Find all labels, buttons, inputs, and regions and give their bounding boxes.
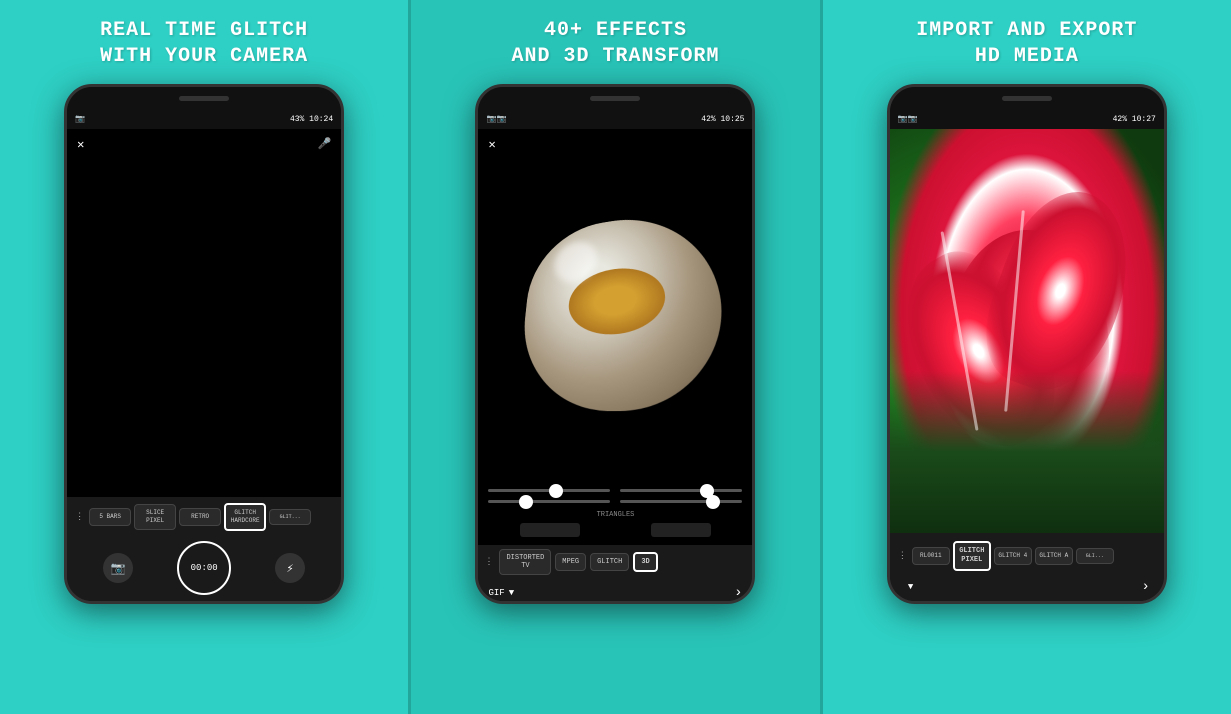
right-bottom-bar: ▼ ›	[894, 573, 1160, 601]
effect-glitch-a[interactable]: GLITCH A	[1035, 547, 1073, 565]
3d-object	[515, 205, 715, 405]
dots-menu-right[interactable]: ⋮	[896, 551, 909, 561]
phone-middle: 📷📷 42% 10:25 ✕	[475, 84, 755, 604]
phone-top-bar-right	[890, 87, 1164, 109]
panel-title-left: REAL TIME GLITCH WITH YOUR CAMERA	[100, 18, 308, 70]
effect-bars[interactable]: 5 BARS	[89, 508, 131, 526]
effect-name-label: TRIANGLES	[488, 511, 742, 519]
status-bar-middle: 📷📷 42% 10:25	[478, 109, 752, 129]
flower-image	[890, 129, 1164, 533]
effect-slice-pixel[interactable]: SLICEPIXEL	[134, 504, 176, 530]
phone-top-bar-left	[67, 87, 341, 109]
right-controls: ⋮ RL0011 GLITCHPIXEL GLITCH 4 GLITCH A G…	[890, 533, 1164, 604]
flower-bottom	[890, 371, 1164, 533]
camera-icon[interactable]: 📷	[103, 553, 133, 583]
effect-glitch-4[interactable]: GLITCH 4	[994, 547, 1032, 565]
action-bar-left: 📷 00:00 ⚡	[71, 535, 337, 601]
effect-rl0011[interactable]: RL0011	[912, 547, 950, 565]
record-button[interactable]: 00:00	[177, 541, 231, 595]
phone-right: 📷📷 42% 10:27 ✕	[887, 84, 1167, 604]
panel-title-middle: 40+ EFFECTS AND 3D TRANSFORM	[511, 18, 719, 70]
slider-track-1[interactable]	[488, 489, 610, 492]
next-arrow-right[interactable]: ›	[1141, 579, 1149, 595]
status-bar-left: 📷 43% 10:24	[67, 109, 341, 129]
close-btn-middle[interactable]: ✕	[488, 137, 495, 152]
phone-controls-left: ⋮ 5 BARS SLICEPIXEL RETRO GLITCHHARDCORE…	[67, 497, 341, 604]
dots-menu-left[interactable]: ⋮	[73, 512, 86, 522]
phone-top-bar-middle	[478, 87, 752, 109]
effect-3d[interactable]: 3D	[633, 552, 657, 572]
phone-left: 📷 43% 10:24 ✕ 🎤	[64, 84, 344, 604]
effect-retro[interactable]: RETRO	[179, 508, 221, 526]
phone-speaker	[179, 96, 229, 101]
phone-speaker-right	[1002, 96, 1052, 101]
effects-strip-right: ⋮ RL0011 GLITCHPIXEL GLITCH 4 GLITCH A G…	[894, 539, 1160, 573]
effect-badge-1	[520, 523, 580, 537]
phone-screen-middle: ✕	[478, 129, 752, 604]
effect-glitch-pixel[interactable]: GLITCHPIXEL	[953, 541, 991, 571]
close-btn-left[interactable]: ✕	[77, 137, 84, 152]
phone-screen-right: ✕ ⋮ RL0011 GLITCHPIXEL	[890, 129, 1164, 604]
slider-track-4[interactable]	[620, 500, 742, 503]
panel-right: IMPORT AND EXPORT HD MEDIA 📷📷 42% 10:27 …	[823, 0, 1231, 714]
effect-mpeg[interactable]: MPEG	[555, 553, 586, 571]
phone-speaker-mid	[590, 96, 640, 101]
slider-thumb-4[interactable]	[706, 495, 720, 509]
phone-screen-left: ✕ 🎤 ⋮	[67, 129, 341, 604]
effect-gli[interactable]: GLI...	[1076, 548, 1114, 565]
effects-strip-left: ⋮ 5 BARS SLICEPIXEL RETRO GLITCHHARDCORE…	[71, 503, 337, 531]
sliders-section: TRIANGLES	[478, 481, 752, 545]
chevron-down-icon-right: ▼	[908, 582, 913, 592]
export-select[interactable]: ▼	[904, 582, 913, 592]
effects-strip-middle: ⋮ DISTORTEDTV MPEG GLITCH 3D	[478, 545, 752, 579]
slider-track-3[interactable]	[488, 500, 610, 503]
slider-track-2[interactable]	[620, 489, 742, 492]
3d-screen: ✕	[478, 129, 752, 481]
effect-name-badges	[488, 523, 742, 537]
effect-badge-2	[651, 523, 711, 537]
next-arrow[interactable]: ›	[734, 585, 742, 601]
slider-thumb-3[interactable]	[519, 495, 533, 509]
effect-glitch[interactable]: GLITCH	[590, 553, 629, 571]
panel-middle: 40+ EFFECTS AND 3D TRANSFORM 📷📷 42% 10:2…	[408, 0, 822, 714]
slider-row-2	[488, 500, 742, 503]
panel-title-right: IMPORT AND EXPORT HD MEDIA	[916, 18, 1137, 70]
mic-icon: 🎤	[317, 137, 331, 151]
effect-glitch-sim[interactable]: GLIT...	[269, 509, 311, 526]
flash-icon[interactable]: ⚡	[275, 553, 305, 583]
slider-thumb-1[interactable]	[549, 484, 563, 498]
flower-screen: ✕	[890, 129, 1164, 533]
3d-object-body	[516, 205, 736, 411]
status-bar-right: 📷📷 42% 10:27	[890, 109, 1164, 129]
effect-glitch-hardcore[interactable]: GLITCHHARDCORE	[224, 503, 266, 531]
camera-view: ✕ 🎤	[67, 129, 341, 497]
panel-left: REAL TIME GLITCH WITH YOUR CAMERA 📷 43% …	[0, 0, 408, 714]
slider-row-1	[488, 489, 742, 492]
effect-distorted-tv[interactable]: DISTORTEDTV	[499, 549, 551, 575]
gif-select[interactable]: GIF ▼	[488, 588, 514, 598]
gif-bar: GIF ▼ ›	[478, 579, 752, 604]
dots-menu-middle[interactable]: ⋮	[482, 557, 495, 567]
chevron-down-icon: ▼	[509, 588, 514, 598]
